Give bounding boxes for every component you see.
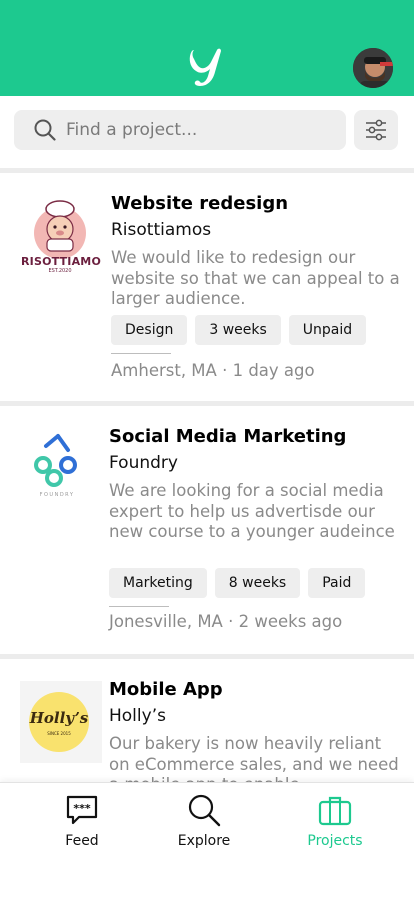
project-description: We would like to redesign our website so… (111, 248, 400, 308)
chat-bubble-icon: *** (66, 795, 98, 825)
nav-item-explore[interactable]: Explore (144, 793, 264, 863)
project-card[interactable]: FOUNDRY Social Media Marketing Foundry W… (0, 406, 414, 654)
company-logo-wordmark: RISOTTIAMO (21, 255, 101, 268)
search-input[interactable] (66, 110, 336, 150)
company-logo-subtext: EST.2020 (48, 268, 72, 274)
company-logo: FOUNDRY (20, 428, 100, 508)
tag-duration[interactable]: 8 weeks (214, 568, 301, 598)
nav-item-feed[interactable]: *** Feed (22, 793, 142, 863)
tag-compensation[interactable]: Paid (308, 568, 366, 598)
company-logo: Holly’s SINCE 2015 (20, 681, 102, 763)
project-location: Jonesville, MA (109, 612, 223, 631)
card-rule (109, 606, 169, 607)
search-icon (188, 794, 221, 827)
project-meta: Amherst, MA · 1 day ago (111, 361, 315, 380)
card-rule (111, 353, 171, 354)
filter-button[interactable] (354, 110, 398, 150)
tag-compensation[interactable]: Unpaid (288, 315, 367, 345)
company-logo-wordmark: Holly’s (29, 709, 89, 727)
brand-logo-y-icon[interactable] (187, 42, 229, 90)
bottom-nav: *** Feed Explore Projects (0, 782, 414, 897)
company-name: Risottiamos (111, 220, 212, 240)
project-title[interactable]: Social Media Marketing (109, 426, 346, 447)
company-logo-wordmark: FOUNDRY (39, 492, 75, 498)
project-card[interactable]: RISOTTIAMO EST.2020 Website redesign Ris… (0, 173, 414, 401)
meta-separator: · (228, 612, 234, 631)
nav-label-feed: Feed (65, 833, 99, 849)
project-posted-time: 1 day ago (232, 361, 315, 380)
app-header (0, 0, 414, 96)
tag-list: Design 3 weeks Unpaid (111, 315, 367, 345)
project-meta: Jonesville, MA · 2 weeks ago (109, 612, 342, 631)
nav-label-projects: Projects (307, 833, 363, 849)
company-logo: RISOTTIAMO EST.2020 (20, 195, 101, 275)
nav-item-projects[interactable]: Projects (275, 793, 395, 863)
search-bar (0, 96, 414, 168)
tag-category[interactable]: Design (111, 315, 188, 345)
sliders-icon (366, 119, 386, 141)
search-field[interactable] (14, 110, 346, 150)
svg-text:***: *** (73, 802, 91, 815)
nav-label-explore: Explore (177, 833, 231, 849)
briefcase-icon (318, 796, 352, 826)
tag-category[interactable]: Marketing (109, 568, 207, 598)
project-posted-time: 2 weeks ago (238, 612, 343, 631)
tag-list: Marketing 8 weeks Paid (109, 568, 366, 598)
project-description: We are looking for a social media expert… (109, 481, 395, 541)
company-name: Foundry (109, 453, 178, 473)
project-location: Amherst, MA (111, 361, 217, 380)
user-avatar[interactable] (351, 46, 395, 90)
search-icon (34, 119, 56, 141)
company-name: Holly’s (109, 706, 166, 726)
app-screen: RISOTTIAMO EST.2020 Website redesign Ris… (0, 0, 414, 897)
meta-separator: · (222, 361, 228, 380)
project-title[interactable]: Website redesign (111, 193, 288, 214)
tag-duration[interactable]: 3 weeks (195, 315, 281, 345)
project-title[interactable]: Mobile App (109, 679, 223, 700)
company-logo-subtext: SINCE 2015 (47, 731, 71, 736)
